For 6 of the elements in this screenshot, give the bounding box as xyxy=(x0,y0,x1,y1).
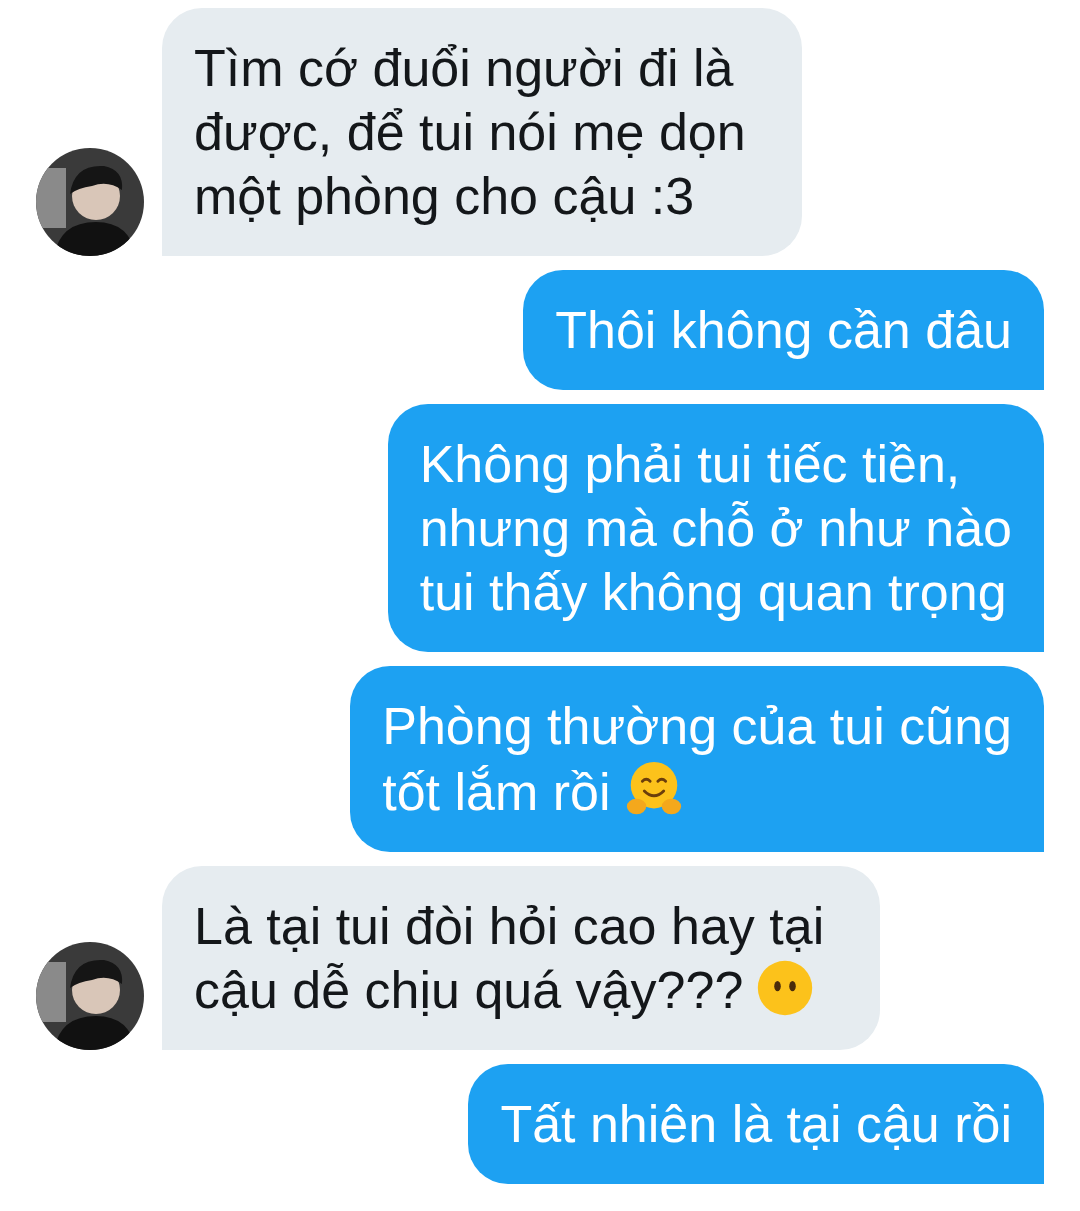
message-text: Tất nhiên là tại cậu rồi xyxy=(500,1094,1012,1155)
message-text: Tìm cớ đuổi người đi là được, để tui nói mẹ dọn một phòng cho cậu :3 xyxy=(194,38,746,227)
message-text: Không phải tui tiếc tiền, nhưng mà chỗ ở như nào tui thấy không quan trọng xyxy=(419,434,1012,623)
message-text: Phòng thường của tui cũng tốt lắm rồi xyxy=(382,696,1012,823)
message-text: Thôi không cần đâu xyxy=(555,300,1012,361)
message-text: Là tại tui đòi hỏi cao hay tại cậu dễ chịu quá vậy??? xyxy=(194,896,825,1021)
